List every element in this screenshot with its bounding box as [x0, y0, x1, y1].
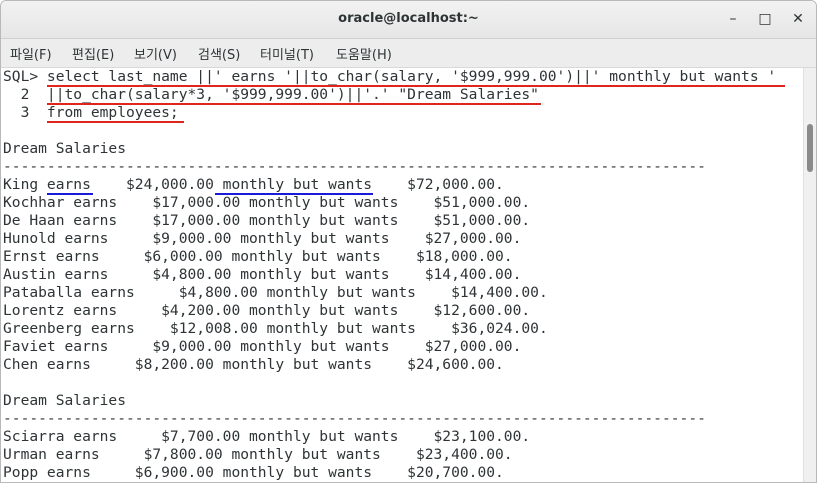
red-underline-annotation — [47, 103, 541, 105]
result-row: Pataballa earns $4,800.00 monthly but wa… — [3, 284, 548, 301]
window-title: oracle@localhost:~ — [338, 11, 479, 26]
terminal-output[interactable]: SQL> select last_name ||' earns '||to_ch… — [1, 68, 803, 482]
blue-underline-annotation — [47, 193, 93, 195]
result-row: Austin earns $4,800.00 monthly but wants… — [3, 266, 522, 283]
maximize-button[interactable]: □ — [755, 9, 775, 29]
result-row: Kochhar earns $17,000.00 monthly but wan… — [3, 194, 531, 211]
sql-prompt-line: SQL> select last_name ||' earns '||to_ch… — [3, 68, 777, 85]
menu-terminal[interactable]: 터미널(T) — [260, 44, 314, 63]
result-row: De Haan earns $17,000.00 monthly but wan… — [3, 212, 531, 229]
header-separator: ----------------------------------------… — [3, 158, 706, 175]
menu-edit[interactable]: 편집(E) — [72, 44, 114, 63]
menu-view[interactable]: 보기(V) — [134, 44, 177, 63]
title-bar[interactable]: oracle@localhost:~ – □ ✕ — [1, 1, 816, 39]
result-row: Greenberg earns $12,008.00 monthly but w… — [3, 320, 548, 337]
column-header: Dream Salaries — [3, 392, 127, 409]
result-row: Faviet earns $9,000.00 monthly but wants… — [3, 338, 522, 355]
red-underline-annotation — [47, 121, 184, 123]
terminal-window: oracle@localhost:~ – □ ✕ 파일(F) 편집(E) 보기(… — [0, 0, 817, 483]
result-row: Chen earns $8,200.00 monthly but wants $… — [3, 356, 504, 373]
result-row: King earns $24,000.00 monthly but wants … — [3, 176, 504, 193]
close-button[interactable]: ✕ — [788, 9, 808, 29]
result-row: Popp earns $6,900.00 monthly but wants $… — [3, 464, 504, 481]
sql-line-3: 3 from employees; — [3, 104, 179, 121]
column-header: Dream Salaries — [3, 140, 127, 157]
red-underline-annotation — [47, 85, 785, 87]
menu-help[interactable]: 도움말(H) — [336, 44, 392, 63]
minimize-button[interactable]: – — [723, 9, 743, 29]
blue-underline-annotation — [215, 193, 373, 195]
result-row: Lorentz earns $4,200.00 monthly but want… — [3, 302, 531, 319]
vertical-scrollbar[interactable] — [803, 68, 816, 482]
menu-bar: 파일(F) 편집(E) 보기(V) 검색(S) 터미널(T) 도움말(H) — [1, 39, 816, 68]
result-row: Urman earns $7,800.00 monthly but wants … — [3, 446, 513, 463]
result-row: Sciarra earns $7,700.00 monthly but want… — [3, 428, 531, 445]
header-separator: ----------------------------------------… — [3, 410, 706, 427]
result-row: Hunold earns $9,000.00 monthly but wants… — [3, 230, 522, 247]
menu-file[interactable]: 파일(F) — [10, 44, 52, 63]
result-row: Ernst earns $6,000.00 monthly but wants … — [3, 248, 513, 265]
sql-line-2: 2 ||to_char(salary*3, '$999,999.00')||'.… — [3, 86, 539, 103]
menu-search[interactable]: 검색(S) — [198, 44, 240, 63]
scrollbar-thumb[interactable] — [807, 124, 813, 172]
